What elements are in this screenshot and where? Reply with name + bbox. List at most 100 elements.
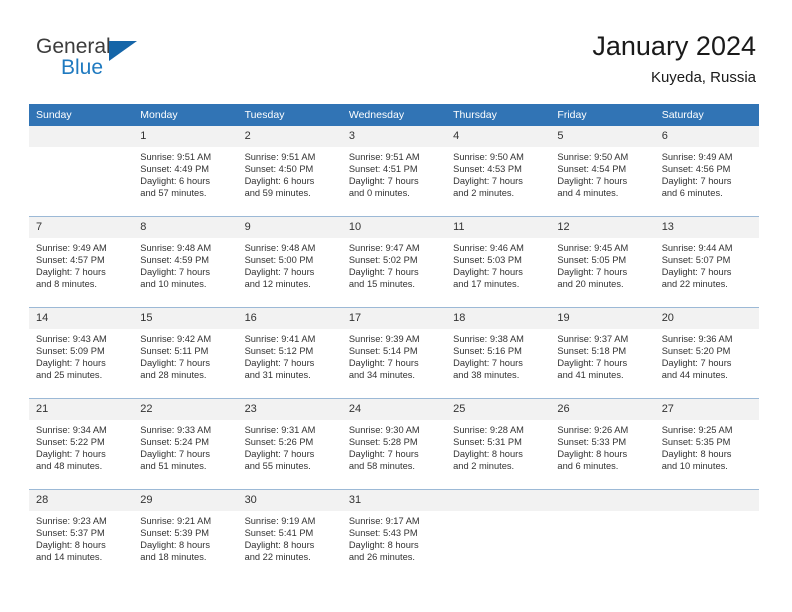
day-number: 6 <box>654 126 759 147</box>
day-number: 18 <box>446 308 551 329</box>
sunrise-text: Sunrise: 9:39 AM <box>348 334 420 344</box>
calendar-day-cell[interactable]: 11 Sunrise: 9:46 AM Sunset: 5:03 PM Dayl… <box>446 216 551 308</box>
calendar-day-cell[interactable]: 31 Sunrise: 9:17 AM Sunset: 5:43 PM Dayl… <box>341 489 447 580</box>
calendar-day-cell[interactable]: 19 Sunrise: 9:37 AM Sunset: 5:18 PM Dayl… <box>550 307 655 399</box>
calendar-day-cell[interactable]: 17 Sunrise: 9:39 AM Sunset: 5:14 PM Dayl… <box>341 307 447 399</box>
calendar-day-cell[interactable]: 1 Sunrise: 9:51 AM Sunset: 4:49 PM Dayli… <box>133 126 238 217</box>
calendar-day-cell[interactable]: 21 Sunrise: 9:34 AM Sunset: 5:22 PM Dayl… <box>29 398 134 490</box>
daylight-text-line2: and 34 minutes. <box>348 370 415 381</box>
sunset-text: Sunset: 5:11 PM <box>140 346 209 357</box>
calendar-day-cell[interactable]: 15 Sunrise: 9:42 AM Sunset: 5:11 PM Dayl… <box>133 307 238 399</box>
daylight-text-line2: and 10 minutes. <box>661 461 728 472</box>
calendar-day-cell[interactable]: 6 Sunrise: 9:49 AM Sunset: 4:56 PM Dayli… <box>654 126 759 217</box>
day-details: Sunrise: 9:30 AM Sunset: 5:28 PM Dayligh… <box>342 420 446 472</box>
calendar-day-cell[interactable] <box>29 126 134 217</box>
daylight-text-line1: Daylight: 7 hours <box>140 267 211 278</box>
sunset-text: Sunset: 4:59 PM <box>140 255 210 266</box>
sunset-text: Sunset: 5:22 PM <box>36 437 105 448</box>
sunset-text: Sunset: 5:41 PM <box>244 528 314 539</box>
calendar-day-cell[interactable]: 29 Sunrise: 9:21 AM Sunset: 5:39 PM Dayl… <box>133 489 238 580</box>
day-details <box>446 511 550 515</box>
calendar-day-cell[interactable]: 28 Sunrise: 9:23 AM Sunset: 5:37 PM Dayl… <box>29 489 134 580</box>
calendar-day-cell[interactable]: 3 Sunrise: 9:51 AM Sunset: 4:51 PM Dayli… <box>341 126 447 217</box>
sunset-text: Sunset: 5:09 PM <box>36 346 105 357</box>
daylight-text-line1: Daylight: 7 hours <box>244 358 315 369</box>
daylight-text-line2: and 26 minutes. <box>348 552 415 563</box>
day-details: Sunrise: 9:19 AM Sunset: 5:41 PM Dayligh… <box>238 511 342 563</box>
day-number: 12 <box>550 217 655 238</box>
sunset-text: Sunset: 4:51 PM <box>348 164 418 175</box>
day-details: Sunrise: 9:49 AM Sunset: 4:56 PM Dayligh… <box>655 147 759 199</box>
sunset-text: Sunset: 5:00 PM <box>244 255 314 266</box>
day-details: Sunrise: 9:26 AM Sunset: 5:33 PM Dayligh… <box>550 420 654 472</box>
day-details: Sunrise: 9:51 AM Sunset: 4:49 PM Dayligh… <box>133 147 237 199</box>
day-details <box>655 511 759 515</box>
day-number: 16 <box>237 308 342 329</box>
calendar-day-cell[interactable]: 23 Sunrise: 9:31 AM Sunset: 5:26 PM Dayl… <box>237 398 342 490</box>
sunrise-text: Sunrise: 9:43 AM <box>36 334 107 344</box>
daylight-text-line1: Daylight: 7 hours <box>661 176 732 187</box>
day-number: 1 <box>133 126 238 147</box>
calendar-day-cell[interactable] <box>654 489 759 580</box>
calendar-day-cell[interactable]: 22 Sunrise: 9:33 AM Sunset: 5:24 PM Dayl… <box>133 398 238 490</box>
daylight-text-line2: and 20 minutes. <box>557 279 624 290</box>
calendar-day-cell[interactable]: 16 Sunrise: 9:41 AM Sunset: 5:12 PM Dayl… <box>237 307 342 399</box>
calendar-day-cell[interactable]: 10 Sunrise: 9:47 AM Sunset: 5:02 PM Dayl… <box>341 216 447 308</box>
daylight-text-line2: and 6 minutes. <box>557 461 619 472</box>
day-number: 22 <box>133 399 238 420</box>
daylight-text-line2: and 28 minutes. <box>140 370 207 381</box>
calendar-day-cell[interactable]: 20 Sunrise: 9:36 AM Sunset: 5:20 PM Dayl… <box>654 307 759 399</box>
sunrise-text: Sunrise: 9:23 AM <box>36 516 107 526</box>
daylight-text-line1: Daylight: 6 hours <box>244 176 315 187</box>
daylight-text-line2: and 41 minutes. <box>557 370 624 381</box>
calendar-day-cell[interactable]: 7 Sunrise: 9:49 AM Sunset: 4:57 PM Dayli… <box>29 216 134 308</box>
sunrise-text: Sunrise: 9:37 AM <box>557 334 629 344</box>
daylight-text-line1: Daylight: 7 hours <box>661 358 732 369</box>
calendar-week-row: 21 Sunrise: 9:34 AM Sunset: 5:22 PM Dayl… <box>29 398 759 490</box>
sunrise-text: Sunrise: 9:19 AM <box>244 516 316 526</box>
daylight-text-line1: Daylight: 7 hours <box>244 449 315 460</box>
sunrise-text: Sunrise: 9:28 AM <box>453 425 524 435</box>
calendar-day-cell[interactable]: 24 Sunrise: 9:30 AM Sunset: 5:28 PM Dayl… <box>341 398 447 490</box>
brand-name-blue: Blue <box>61 56 104 79</box>
daylight-text-line1: Daylight: 7 hours <box>557 358 628 369</box>
calendar-day-cell[interactable]: 27 Sunrise: 9:25 AM Sunset: 5:35 PM Dayl… <box>654 398 759 490</box>
calendar-day-cell[interactable]: 13 Sunrise: 9:44 AM Sunset: 5:07 PM Dayl… <box>654 216 759 308</box>
sunset-text: Sunset: 5:14 PM <box>348 346 418 357</box>
calendar-day-cell[interactable]: 4 Sunrise: 9:50 AM Sunset: 4:53 PM Dayli… <box>446 126 551 217</box>
day-details: Sunrise: 9:36 AM Sunset: 5:20 PM Dayligh… <box>655 329 759 381</box>
calendar-day-cell[interactable] <box>446 489 551 580</box>
daylight-text-line1: Daylight: 7 hours <box>557 176 628 187</box>
daylight-text-line2: and 12 minutes. <box>244 279 311 290</box>
daylight-text-line1: Daylight: 8 hours <box>244 540 315 551</box>
calendar-day-cell[interactable]: 18 Sunrise: 9:38 AM Sunset: 5:16 PM Dayl… <box>446 307 551 399</box>
calendar-day-cell[interactable]: 30 Sunrise: 9:19 AM Sunset: 5:41 PM Dayl… <box>237 489 342 580</box>
brand-logo[interactable]: General Blue <box>36 36 156 86</box>
calendar-day-cell[interactable]: 5 Sunrise: 9:50 AM Sunset: 4:54 PM Dayli… <box>550 126 655 217</box>
calendar-day-cell[interactable]: 25 Sunrise: 9:28 AM Sunset: 5:31 PM Dayl… <box>446 398 551 490</box>
daylight-text-line1: Daylight: 7 hours <box>348 358 419 369</box>
calendar-day-cell[interactable]: 2 Sunrise: 9:51 AM Sunset: 4:50 PM Dayli… <box>237 126 342 217</box>
calendar-day-cell[interactable]: 26 Sunrise: 9:26 AM Sunset: 5:33 PM Dayl… <box>550 398 655 490</box>
day-number: 15 <box>133 308 238 329</box>
day-number: 4 <box>446 126 551 147</box>
sunrise-text: Sunrise: 9:38 AM <box>453 334 524 344</box>
daylight-text-line1: Daylight: 7 hours <box>244 267 315 278</box>
calendar-day-cell[interactable]: 8 Sunrise: 9:48 AM Sunset: 4:59 PM Dayli… <box>133 216 238 308</box>
calendar-week-row: 28 Sunrise: 9:23 AM Sunset: 5:37 PM Dayl… <box>29 489 759 580</box>
daylight-text-line1: Daylight: 8 hours <box>36 540 106 551</box>
sunrise-text: Sunrise: 9:21 AM <box>140 516 212 526</box>
sunrise-text: Sunrise: 9:50 AM <box>557 152 629 162</box>
daylight-text-line1: Daylight: 7 hours <box>348 176 419 187</box>
day-number: 23 <box>237 399 342 420</box>
day-details <box>550 511 654 515</box>
day-number: 2 <box>237 126 342 147</box>
sunset-text: Sunset: 5:02 PM <box>348 255 418 266</box>
sunrise-text: Sunrise: 9:46 AM <box>453 243 524 253</box>
daylight-text-line2: and 38 minutes. <box>453 370 520 381</box>
calendar-day-cell[interactable]: 9 Sunrise: 9:48 AM Sunset: 5:00 PM Dayli… <box>237 216 342 308</box>
calendar-day-cell[interactable]: 12 Sunrise: 9:45 AM Sunset: 5:05 PM Dayl… <box>550 216 655 308</box>
page-header: General Blue January 2024 Kuyeda, Russia <box>0 0 792 100</box>
calendar-day-cell[interactable] <box>550 489 655 580</box>
calendar-day-cell[interactable]: 14 Sunrise: 9:43 AM Sunset: 5:09 PM Dayl… <box>29 307 134 399</box>
